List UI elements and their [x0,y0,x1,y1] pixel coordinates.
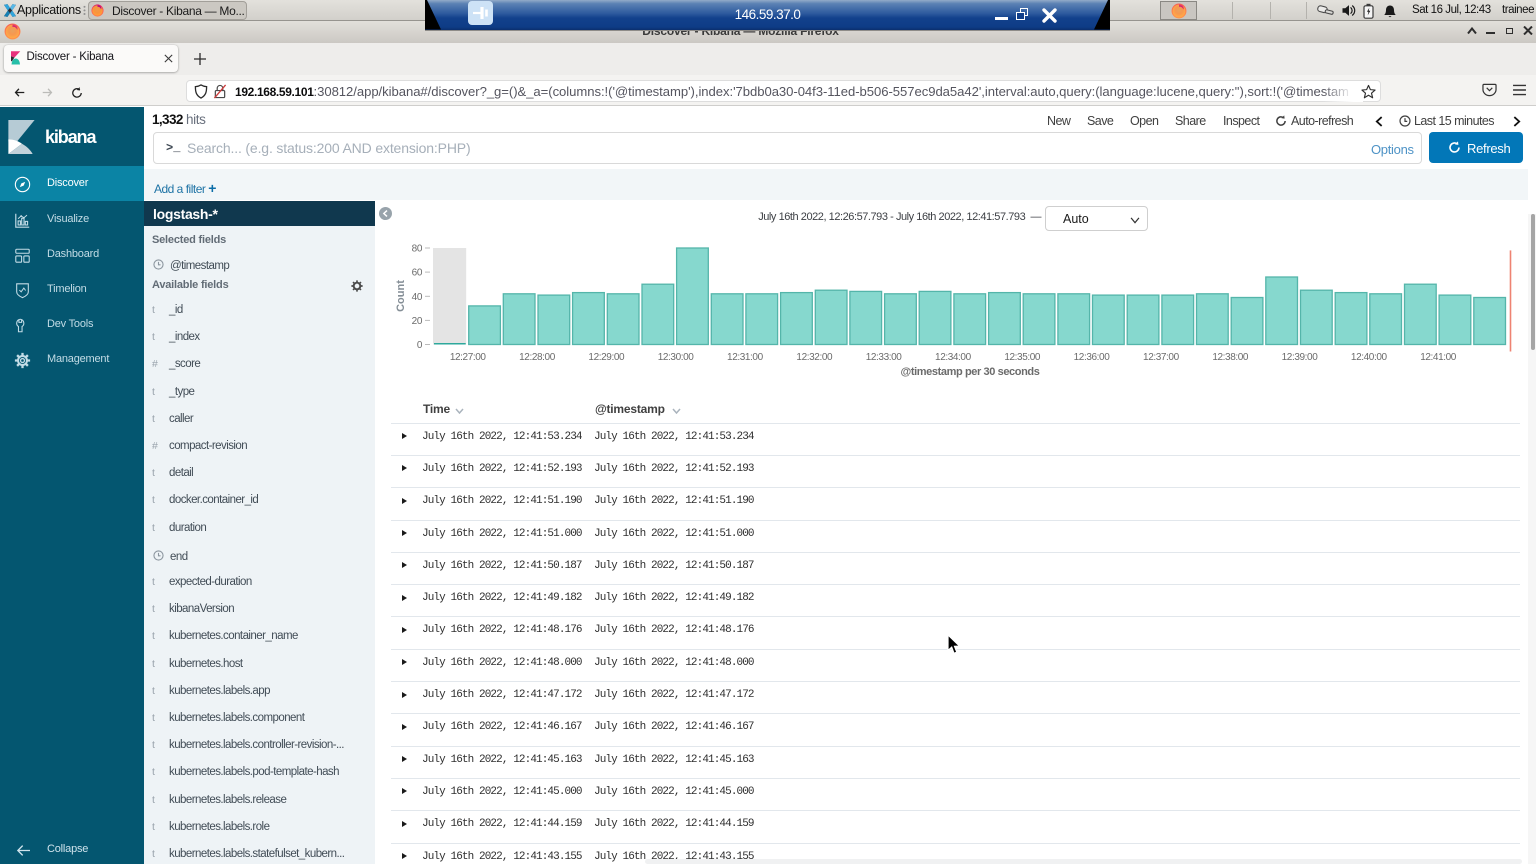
svg-text:12:31:00: 12:31:00 [727,352,764,363]
svg-text:@timestamp per 30 seconds: @timestamp per 30 seconds [901,366,1040,378]
svg-text:12:37:00: 12:37:00 [1143,352,1180,363]
svg-text:Count: Count [395,280,407,312]
svg-text:12:30:00: 12:30:00 [658,352,695,363]
svg-text:12:35:00: 12:35:00 [1004,352,1041,363]
svg-text:12:39:00: 12:39:00 [1282,352,1319,363]
svg-text:12:33:00: 12:33:00 [866,352,903,363]
svg-text:60: 60 [412,268,423,279]
svg-text:20: 20 [412,316,423,327]
svg-text:12:32:00: 12:32:00 [796,352,833,363]
svg-text:12:38:00: 12:38:00 [1212,352,1249,363]
svg-text:12:27:00: 12:27:00 [450,352,487,363]
svg-text:12:28:00: 12:28:00 [519,352,556,363]
svg-text:12:34:00: 12:34:00 [935,352,972,363]
svg-text:12:40:00: 12:40:00 [1351,352,1388,363]
svg-text:80: 80 [412,244,423,255]
svg-text:12:36:00: 12:36:00 [1074,352,1111,363]
svg-text:40: 40 [412,292,423,303]
svg-text:12:41:00: 12:41:00 [1420,352,1457,363]
svg-text:12:29:00: 12:29:00 [588,352,625,363]
svg-text:0: 0 [417,340,423,351]
